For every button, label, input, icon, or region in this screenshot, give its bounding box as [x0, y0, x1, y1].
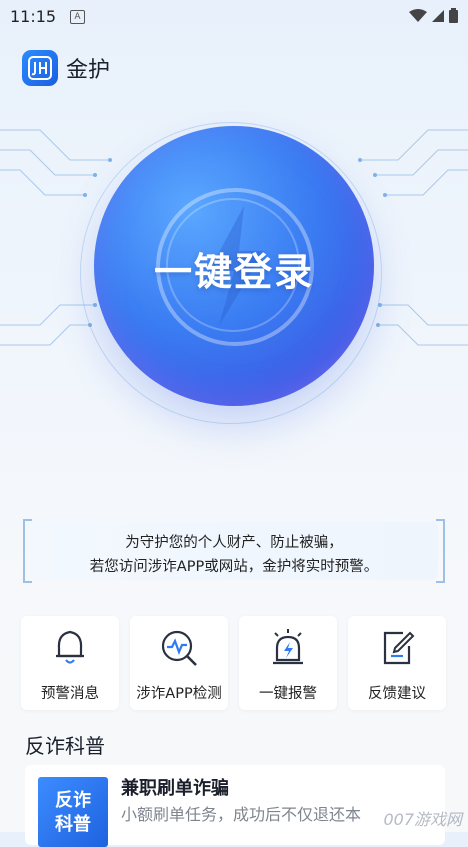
status-indicators — [409, 8, 458, 23]
accessibility-badge-icon: A — [70, 10, 85, 24]
one-click-login-button[interactable]: 一键登录 — [94, 126, 374, 406]
notice-line-2: 若您访问涉诈APP或网站，金护将实时预警。 — [89, 559, 379, 575]
article-title: 兼职刷单诈骗 — [121, 778, 229, 799]
protection-notice: 为守护您的个人财产、防止被骗， 若您访问涉诈APP或网站，金护将实时预警。 — [22, 518, 446, 584]
scan-icon — [161, 630, 197, 666]
app-header: 金护 — [22, 50, 110, 86]
article-card[interactable]: 反诈 科普 兼职刷单诈骗 小额刷单任务，成功后不仅退还本 — [25, 765, 445, 847]
notice-line-1: 为守护您的个人财产、防止被骗， — [125, 535, 343, 551]
feature-warning-messages[interactable]: 预警消息 — [21, 616, 119, 710]
article-description: 小额刷单任务，成功后不仅退还本 — [121, 805, 362, 824]
app-title: 金护 — [66, 58, 111, 83]
feature-label: 预警消息 — [41, 686, 99, 702]
thumb-text-2: 科普 — [55, 814, 91, 835]
feature-one-click-report[interactable]: 一键报警 — [239, 616, 337, 710]
status-time: 11:15 — [10, 7, 57, 26]
feature-grid: 预警消息 涉诈APP检测 一键报警 反馈建议 — [21, 616, 446, 710]
section-title-anti-fraud: 反诈科普 — [25, 734, 105, 758]
article-thumbnail: 反诈 科普 — [38, 777, 108, 847]
signal-icon — [432, 9, 444, 22]
alarm-light-icon — [273, 629, 303, 665]
feature-label: 涉诈APP检测 — [136, 686, 222, 702]
watermark: 007游戏网 — [383, 810, 462, 829]
status-bar: 11:15 A — [0, 0, 468, 34]
login-label: 一键登录 — [153, 250, 314, 294]
battery-icon — [449, 8, 458, 23]
feature-feedback[interactable]: 反馈建议 — [348, 616, 446, 710]
feature-label: 反馈建议 — [368, 686, 426, 702]
wifi-icon — [409, 8, 427, 22]
thumb-text-1: 反诈 — [55, 790, 91, 811]
bell-icon — [56, 630, 84, 664]
app-logo-icon — [22, 50, 58, 86]
feature-fraud-app-scan[interactable]: 涉诈APP检测 — [130, 616, 228, 710]
feedback-edit-icon — [383, 631, 415, 665]
feature-label: 一键报警 — [259, 686, 317, 702]
